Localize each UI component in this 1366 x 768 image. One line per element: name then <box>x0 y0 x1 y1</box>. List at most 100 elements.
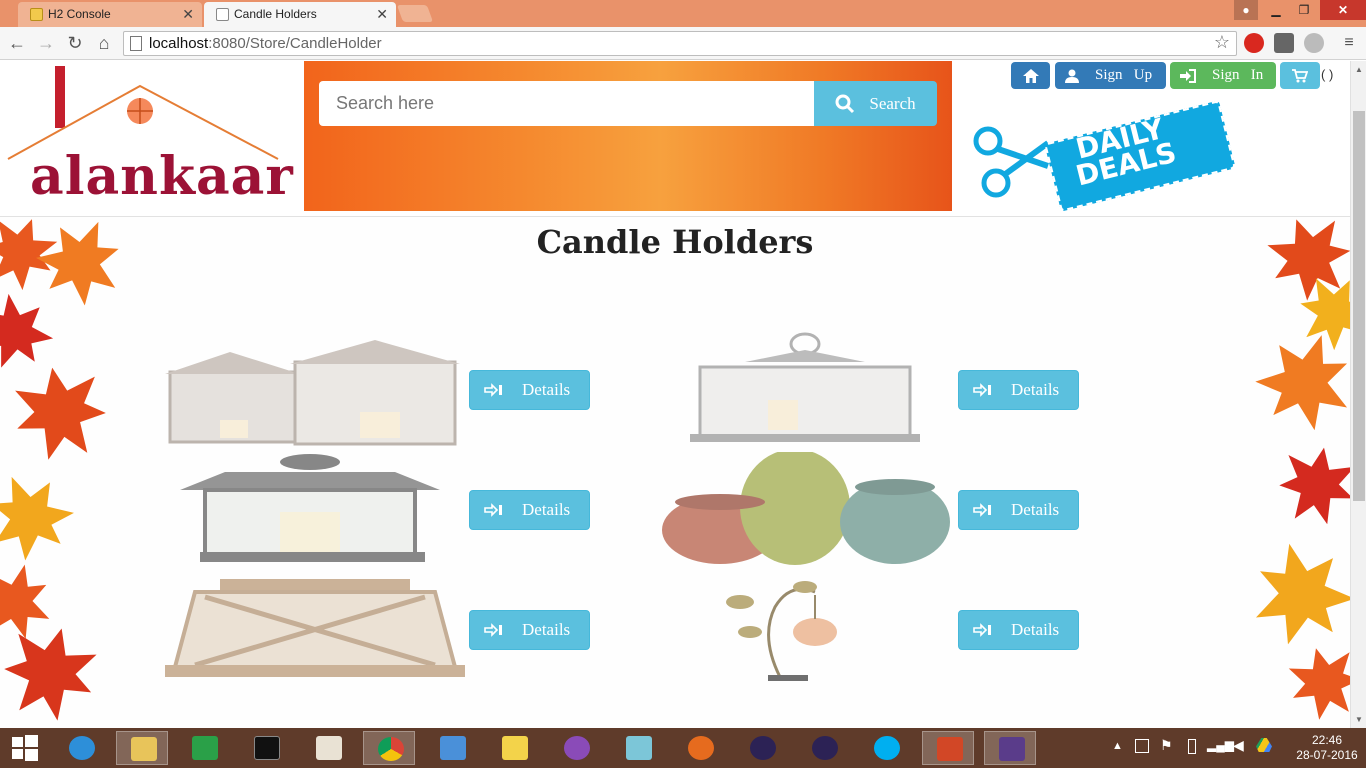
search-input[interactable] <box>319 81 814 126</box>
site-logo[interactable]: alankaar <box>0 61 300 216</box>
details-label: Details <box>522 620 571 639</box>
opera-extension-icon[interactable] <box>1244 33 1264 53</box>
notes-icon <box>626 736 652 760</box>
taskbar-eclipse-2[interactable] <box>798 731 850 765</box>
details-button[interactable]: Details <box>958 610 1079 650</box>
url-host: localhost <box>149 35 209 52</box>
home-button[interactable] <box>1011 62 1050 89</box>
new-tab-button[interactable] <box>396 5 434 22</box>
file-explorer-icon <box>131 737 157 761</box>
volume-icon[interactable]: ◀ <box>1233 737 1244 754</box>
daily-deals-banner[interactable]: DAILY DEALS <box>970 100 1240 212</box>
details-button[interactable]: Details <box>958 490 1079 530</box>
details-button[interactable]: Details <box>469 490 590 530</box>
product-image-square-lantern[interactable] <box>690 332 920 447</box>
product-image-ceramic-pots[interactable] <box>660 452 950 567</box>
sign-in-button[interactable]: Sign In <box>1170 62 1276 89</box>
product-image-leaf-stand[interactable] <box>720 577 845 687</box>
taskbar-github[interactable] <box>550 731 602 765</box>
database-icon <box>502 736 528 760</box>
cart-button[interactable] <box>1280 62 1320 89</box>
github-icon <box>564 736 590 760</box>
taskbar-ie[interactable] <box>55 731 107 765</box>
app-window-icon <box>440 736 466 760</box>
taskbar-app[interactable] <box>426 731 478 765</box>
taskbar-notes[interactable] <box>612 731 664 765</box>
extension-icon[interactable] <box>1304 33 1324 53</box>
url-path: :8080/Store/CandleHolder <box>208 35 382 52</box>
taskbar-database[interactable] <box>488 731 540 765</box>
chrome-icon <box>378 737 404 761</box>
taskbar-eclipse[interactable] <box>736 731 788 765</box>
command-prompt-icon <box>254 736 280 760</box>
cart-count: ( ) <box>1321 67 1334 82</box>
sign-up-button[interactable]: Sign Up <box>1055 62 1166 89</box>
product-image-twin-lanterns[interactable] <box>165 332 460 447</box>
search-button[interactable]: Search <box>814 81 937 126</box>
tray-app-icon[interactable] <box>1135 739 1149 753</box>
hand-point-icon <box>973 503 991 517</box>
book-reader-icon <box>316 736 342 760</box>
scroll-thumb[interactable] <box>1353 111 1365 501</box>
user-profile-icon[interactable]: ● <box>1234 0 1258 20</box>
forward-icon[interactable]: → <box>35 32 57 54</box>
action-center-flag-icon[interactable]: ⚑ <box>1160 737 1173 754</box>
taskbar-store[interactable] <box>178 731 230 765</box>
taskbar-cmd[interactable] <box>240 731 292 765</box>
tray-clock[interactable]: 22:46 28-07-2016 <box>1292 733 1362 763</box>
home-icon[interactable]: ⌂ <box>93 32 115 54</box>
address-bar[interactable]: localhost:8080/Store/CandleHolder ☆ <box>123 31 1237 56</box>
scissors-icon <box>973 126 1050 198</box>
start-button[interactable] <box>0 731 52 765</box>
product-image-dark-lantern[interactable] <box>180 452 445 567</box>
taskbar-reader[interactable] <box>302 731 354 765</box>
scroll-down-icon[interactable]: ▼ <box>1355 715 1363 724</box>
details-label: Details <box>522 500 571 519</box>
taskbar-skype[interactable] <box>860 731 912 765</box>
hand-point-icon <box>973 623 991 637</box>
details-button[interactable]: Details <box>958 370 1079 410</box>
windows-logo-icon <box>12 735 38 761</box>
taskbar-powerpoint[interactable] <box>922 731 974 765</box>
page-scrollbar[interactable]: ▲ ▼ <box>1350 61 1366 728</box>
shopping-cart-icon <box>1292 68 1308 82</box>
leaf-decoration <box>1282 639 1350 725</box>
battery-icon[interactable] <box>1188 739 1196 754</box>
products-section: Candle Holders Details Details Details D… <box>0 217 1350 728</box>
leaf-decoration <box>0 617 105 727</box>
restore-icon[interactable]: ❐ <box>1290 0 1318 20</box>
close-tab-icon[interactable]: ✕ <box>182 6 194 23</box>
taskbar-firefox[interactable] <box>674 731 726 765</box>
hand-point-icon <box>484 383 502 397</box>
window-close-icon[interactable]: ✕ <box>1320 0 1366 20</box>
page-favicon-icon <box>216 8 229 21</box>
hand-point-icon <box>484 623 502 637</box>
taskbar-chrome[interactable] <box>363 731 415 765</box>
tab-h2-console[interactable]: H2 Console ✕ <box>18 2 202 27</box>
network-signal-icon[interactable]: ▂▄▆ <box>1207 738 1234 752</box>
product-image-wooden-lantern[interactable] <box>165 577 465 682</box>
minimize-icon[interactable]: ▁ <box>1262 0 1290 20</box>
details-label: Details <box>1011 380 1060 399</box>
clock-time: 22:46 <box>1311 733 1343 747</box>
taskbar-explorer[interactable] <box>116 731 168 765</box>
search-banner: Search <box>304 61 952 211</box>
reload-icon[interactable]: ↻ <box>64 32 86 54</box>
extension-icon[interactable] <box>1274 33 1294 53</box>
menu-icon[interactable]: ≡ <box>1338 32 1360 54</box>
powerpoint-icon <box>937 737 963 761</box>
bookmark-star-icon[interactable]: ☆ <box>1214 32 1230 53</box>
skype-icon <box>874 736 900 760</box>
details-button[interactable]: Details <box>469 370 590 410</box>
close-tab-icon[interactable]: ✕ <box>376 6 388 23</box>
tray-overflow-icon[interactable]: ▲ <box>1112 740 1123 752</box>
back-icon[interactable]: ← <box>6 32 28 54</box>
google-drive-icon[interactable] <box>1256 738 1272 752</box>
taskbar-java-ee-ide[interactable] <box>984 731 1036 765</box>
eclipse-icon <box>750 736 776 760</box>
hand-point-icon <box>973 383 991 397</box>
scroll-up-icon[interactable]: ▲ <box>1355 65 1363 74</box>
tab-candle-holders[interactable]: Candle Holders ✕ <box>204 2 396 27</box>
details-button[interactable]: Details <box>469 610 590 650</box>
home-icon <box>1022 68 1039 83</box>
